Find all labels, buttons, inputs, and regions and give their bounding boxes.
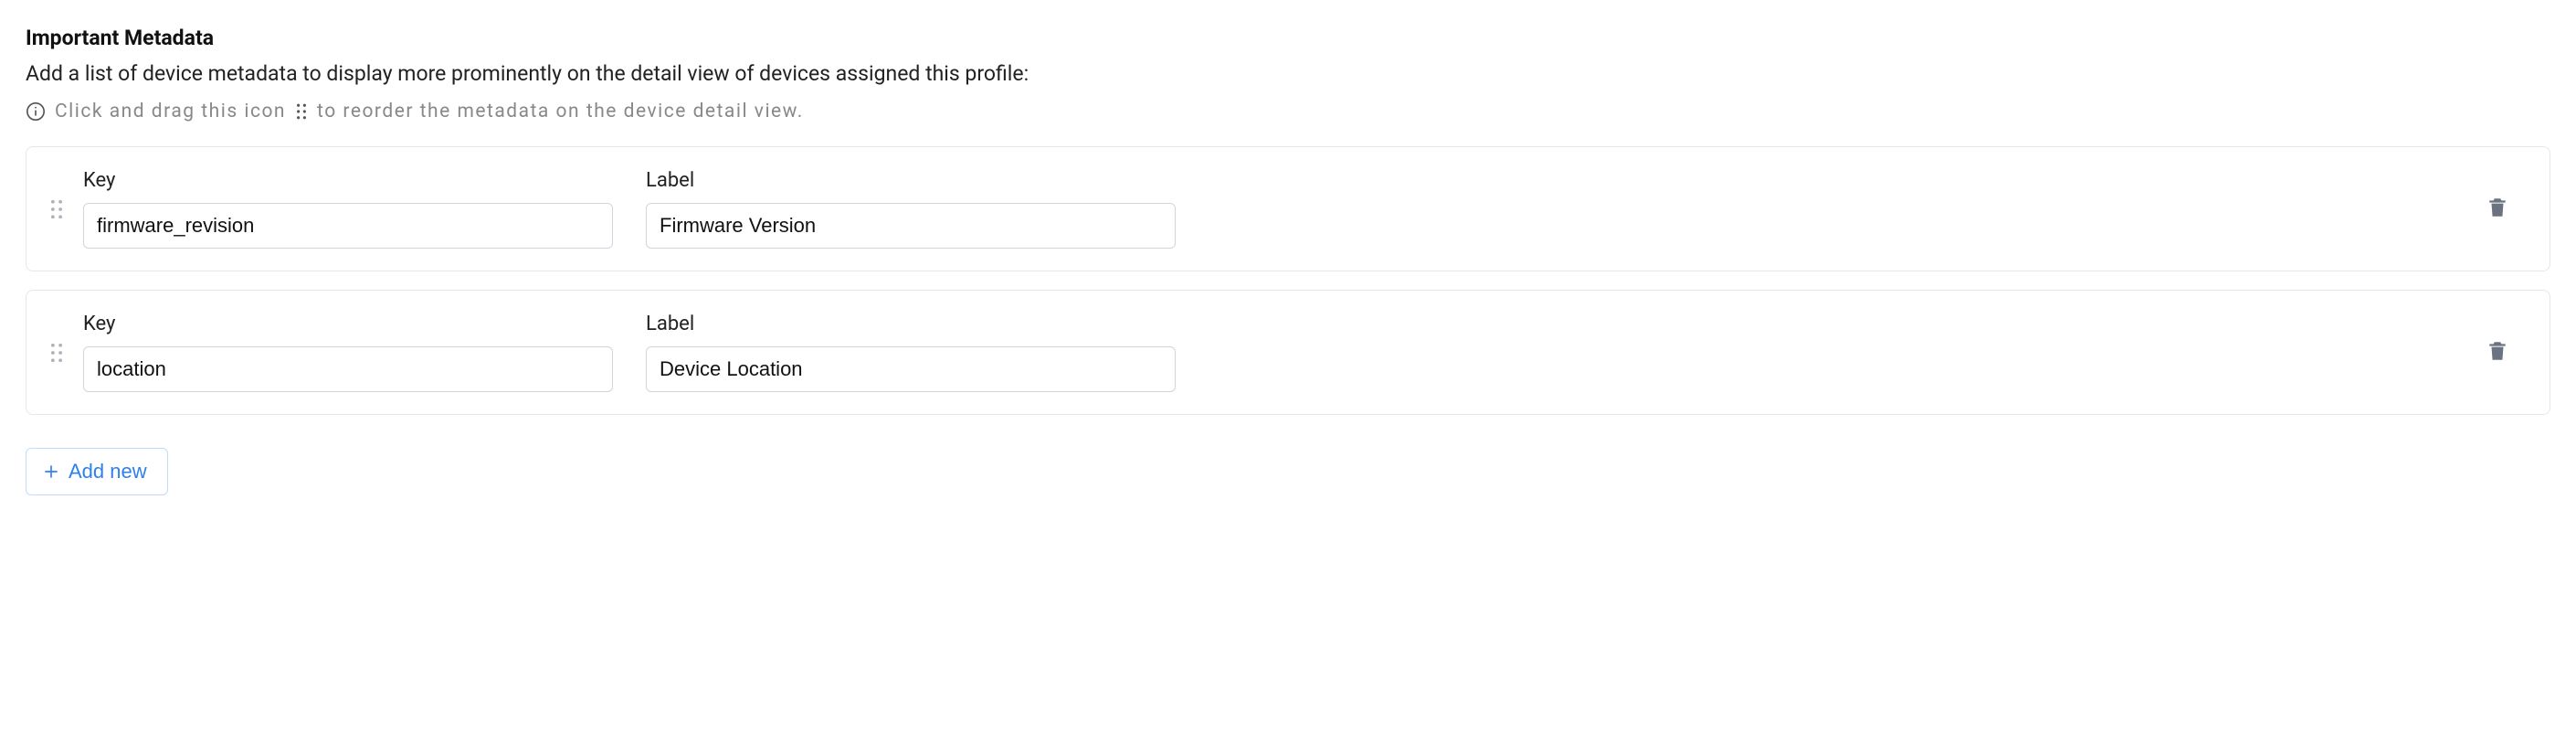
drag-handle-icon[interactable] — [50, 343, 63, 363]
add-new-button[interactable]: Add new — [26, 448, 168, 495]
hint-suffix: to reorder the metadata on the device de… — [317, 101, 804, 122]
add-new-label: Add new — [69, 460, 147, 483]
delete-row-button[interactable] — [2482, 191, 2513, 227]
key-label: Key — [83, 313, 613, 335]
trash-icon — [2486, 195, 2509, 223]
drag-handle-icon — [295, 103, 308, 120]
info-icon — [26, 101, 46, 122]
metadata-row: Key Label — [26, 146, 2550, 271]
section-description: Add a list of device metadata to display… — [26, 61, 2550, 86]
key-input[interactable] — [83, 346, 613, 392]
plus-icon — [43, 463, 59, 480]
key-input[interactable] — [83, 203, 613, 249]
label-input[interactable] — [646, 203, 1176, 249]
label-label: Label — [646, 313, 1176, 335]
hint-prefix: Click and drag this icon — [55, 101, 286, 122]
delete-row-button[interactable] — [2482, 335, 2513, 370]
drag-handle-icon[interactable] — [50, 199, 63, 219]
key-label: Key — [83, 169, 613, 192]
metadata-rows: Key Label — [26, 146, 2550, 415]
trash-icon — [2486, 338, 2509, 366]
section-title: Important Metadata — [26, 26, 2550, 50]
reorder-hint: Click and drag this icon to reorder the … — [26, 101, 2550, 122]
metadata-row: Key Label — [26, 290, 2550, 415]
label-input[interactable] — [646, 346, 1176, 392]
label-label: Label — [646, 169, 1176, 192]
